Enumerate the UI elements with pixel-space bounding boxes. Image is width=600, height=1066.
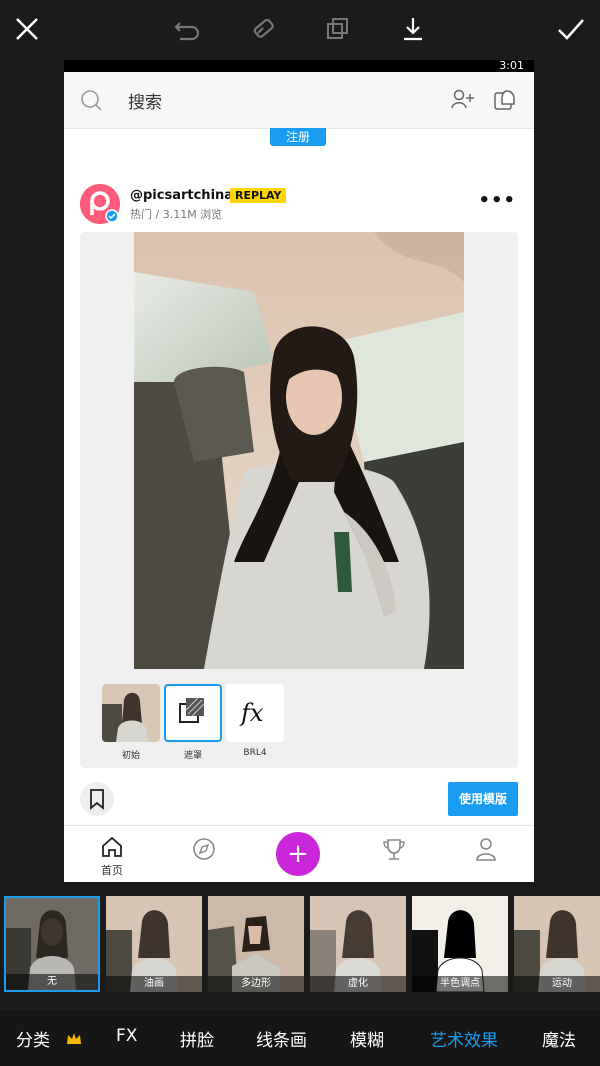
mask-icon bbox=[179, 697, 205, 723]
svg-text:fx: fx bbox=[239, 699, 264, 727]
nav-challenges[interactable] bbox=[374, 832, 414, 876]
picsart-logo-icon bbox=[80, 184, 120, 224]
thumb-mask-image bbox=[164, 684, 222, 742]
filter-label: 多边形 bbox=[208, 976, 304, 992]
filter-label: 运动 bbox=[514, 976, 600, 992]
avatar[interactable] bbox=[80, 184, 120, 224]
filter-oil-painting[interactable]: 油画 bbox=[106, 896, 202, 992]
thumb-label: BRL4 bbox=[243, 748, 267, 758]
search-icon bbox=[81, 90, 102, 111]
thumb-label: 初始 bbox=[121, 751, 140, 761]
bookmark-icon[interactable] bbox=[80, 782, 114, 816]
edit-canvas: 3:01 搜索 注册 @picsartchina REPLAY 热门 / 3.1… bbox=[64, 60, 534, 882]
thumb-photo-icon bbox=[102, 684, 160, 742]
post-actions: 使用模版 bbox=[80, 782, 518, 822]
add-user-icon[interactable] bbox=[450, 88, 476, 112]
filter-label: 半色调点 bbox=[412, 976, 508, 992]
top-toolbar bbox=[0, 0, 600, 60]
post-photo[interactable] bbox=[134, 232, 464, 669]
tab-face-swap[interactable]: 拼脸 bbox=[180, 1026, 214, 1051]
close-icon[interactable] bbox=[10, 12, 44, 46]
thumb-label: 遮罩 bbox=[183, 751, 202, 761]
replay-badge: REPLAY bbox=[230, 188, 287, 203]
filter-polygon[interactable]: 多边形 bbox=[208, 896, 304, 992]
nav-home-label: 首页 bbox=[101, 864, 123, 877]
tab-magic[interactable]: 魔法 bbox=[542, 1026, 576, 1051]
thumb-brl4-image: fx bbox=[226, 684, 284, 742]
search-bar[interactable]: 搜索 bbox=[64, 72, 534, 129]
profile-icon bbox=[476, 838, 496, 861]
filter-none[interactable]: 无 bbox=[4, 896, 100, 992]
filter-label: 虚化 bbox=[310, 976, 406, 992]
filter-strip: 无 油画 多边形 虚化 半色调点 运动 bbox=[0, 896, 600, 996]
home-icon bbox=[102, 836, 122, 857]
filter-label: 无 bbox=[6, 974, 98, 990]
bottom-nav: 首页 + bbox=[64, 825, 534, 882]
more-options-icon[interactable]: ••• bbox=[478, 190, 516, 211]
category-tabs: 分类 FX 拼脸 线条画 模糊 艺术效果 魔法 bbox=[0, 1010, 600, 1066]
post-header: @picsartchina REPLAY 热门 / 3.11M 浏览 ••• bbox=[80, 184, 520, 228]
search-placeholder: 搜索 bbox=[128, 92, 162, 113]
crown-icon bbox=[67, 1033, 81, 1044]
status-bar: 3:01 bbox=[64, 60, 534, 72]
tab-sketch[interactable]: 线条画 bbox=[256, 1026, 307, 1051]
post-card: 初始 遮罩 fx BRL4 bbox=[80, 232, 518, 768]
status-time: 3:01 bbox=[499, 60, 524, 72]
fx-icon: fx bbox=[239, 699, 264, 727]
filter-halftone[interactable]: 半色调点 bbox=[412, 896, 508, 993]
thumb-original[interactable]: 初始 bbox=[102, 684, 160, 761]
thumb-mask[interactable]: 遮罩 bbox=[164, 684, 222, 761]
filter-blur[interactable]: 虚化 bbox=[310, 896, 406, 992]
signup-button[interactable]: 注册 bbox=[270, 128, 326, 146]
post-meta: 热门 / 3.11M 浏览 bbox=[130, 208, 223, 221]
filter-motion[interactable]: 运动 bbox=[514, 896, 600, 992]
thumb-original-image bbox=[102, 684, 160, 742]
tab-fx[interactable]: FX bbox=[116, 1026, 137, 1046]
download-icon[interactable] bbox=[396, 12, 430, 46]
use-template-button[interactable]: 使用模版 bbox=[448, 782, 518, 816]
undo-icon[interactable] bbox=[170, 12, 204, 46]
tab-blur[interactable]: 模糊 bbox=[350, 1026, 384, 1051]
compare-icon[interactable] bbox=[320, 12, 354, 46]
compass-icon bbox=[193, 838, 215, 860]
thumbnail-strip: 初始 遮罩 fx BRL4 bbox=[102, 684, 284, 761]
nav-discover[interactable] bbox=[184, 832, 224, 876]
check-icon[interactable] bbox=[554, 12, 588, 46]
tab-artistic[interactable]: 艺术效果 bbox=[430, 1026, 498, 1051]
trophy-icon bbox=[383, 839, 405, 860]
photo-image bbox=[134, 232, 464, 669]
notification-icon[interactable] bbox=[492, 88, 518, 112]
filter-label: 油画 bbox=[106, 976, 202, 992]
nav-home[interactable]: 首页 bbox=[92, 832, 132, 877]
thumb-brl4[interactable]: fx BRL4 bbox=[226, 684, 284, 758]
post-username[interactable]: @picsartchina bbox=[130, 188, 233, 203]
create-button[interactable]: + bbox=[276, 832, 320, 876]
eraser-icon[interactable] bbox=[246, 12, 280, 46]
nav-profile[interactable] bbox=[466, 832, 506, 876]
tab-category[interactable]: 分类 bbox=[16, 1026, 50, 1051]
